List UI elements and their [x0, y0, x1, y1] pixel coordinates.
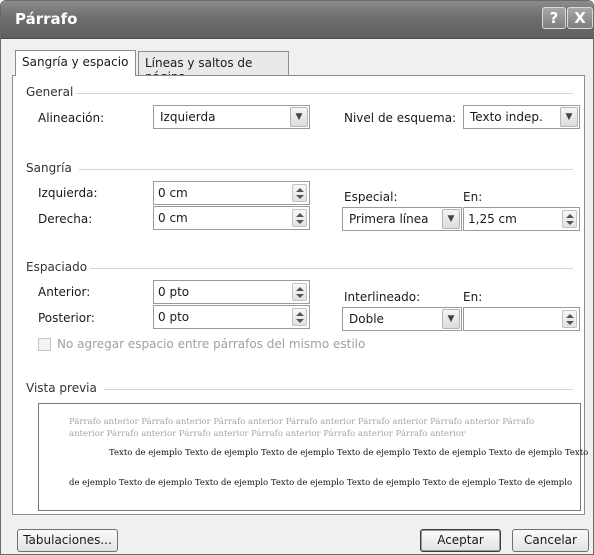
tab-label: Sangría y espacio: [22, 55, 129, 69]
line-spacing-value: Doble: [349, 312, 384, 326]
spinner-icon[interactable]: [562, 210, 577, 228]
tab-indent-spacing[interactable]: Sangría y espacio: [15, 50, 136, 76]
spinner-icon[interactable]: [562, 310, 577, 328]
tabs-button[interactable]: Tabulaciones...: [17, 529, 118, 552]
special-indent-select[interactable]: Primera línea ▼: [342, 207, 462, 231]
preview-sample-line: Texto de ejemplo Texto de ejemplo Texto …: [109, 448, 589, 458]
chevron-down-icon[interactable]: ▼: [442, 309, 460, 329]
outline-level-select[interactable]: Texto indep. ▼: [463, 105, 580, 129]
indent-by-label: En:: [463, 190, 483, 204]
tabs-button-label: Tabulaciones...: [23, 533, 112, 547]
help-button[interactable]: ?: [542, 7, 566, 29]
section-general-heading: General: [26, 85, 74, 99]
dialog-title: Párrafo: [15, 10, 78, 28]
space-before-label: Anterior:: [38, 285, 91, 299]
line-spacing-label: Interlineado:: [344, 290, 421, 304]
close-button[interactable]: X: [567, 7, 593, 29]
ok-button[interactable]: Aceptar: [420, 529, 501, 552]
spinner-icon[interactable]: [292, 209, 307, 227]
indent-left-field[interactable]: 0 cm: [153, 181, 310, 205]
chevron-down-icon[interactable]: ▼: [290, 107, 308, 127]
help-icon: ?: [549, 9, 559, 27]
close-icon: X: [574, 9, 586, 27]
indent-by-value: 1,25 cm: [468, 212, 517, 226]
space-after-field[interactable]: 0 pto: [153, 305, 310, 329]
section-spacing-heading: Espaciado: [26, 260, 88, 274]
preview-previous-paragraph: Párrafo anterior Párrafo anterior Párraf…: [69, 417, 535, 439]
indent-by-field[interactable]: 1,25 cm: [463, 207, 580, 231]
spinner-icon[interactable]: [292, 308, 307, 326]
indent-right-value: 0 cm: [158, 211, 188, 225]
section-divider: [79, 169, 573, 170]
chevron-down-icon[interactable]: ▼: [560, 107, 578, 127]
special-indent-value: Primera línea: [349, 212, 429, 226]
space-after-label: Posterior:: [38, 311, 95, 325]
space-after-value: 0 pto: [158, 310, 190, 324]
spinner-icon[interactable]: [292, 184, 307, 202]
cancel-button-label: Cancelar: [524, 533, 577, 547]
cancel-button[interactable]: Cancelar: [512, 529, 589, 552]
spinner-icon[interactable]: [292, 283, 307, 301]
paragraph-dialog: Párrafo ? X Sangría y espacio Líneas y s…: [0, 0, 594, 555]
section-indent-heading: Sangría: [26, 161, 72, 175]
line-spacing-select[interactable]: Doble ▼: [342, 307, 462, 331]
ok-button-label: Aceptar: [437, 533, 484, 547]
indent-right-field[interactable]: 0 cm: [153, 206, 310, 230]
space-before-value: 0 pto: [158, 285, 190, 299]
special-indent-label: Especial:: [344, 190, 398, 204]
section-divider: [76, 93, 573, 94]
section-divider: [104, 389, 573, 390]
alignment-label: Alineación:: [38, 111, 105, 125]
tab-line-page-breaks[interactable]: Líneas y saltos de página: [138, 51, 289, 84]
line-spacing-at-label: En:: [463, 290, 483, 304]
alignment-value: Izquierda: [160, 110, 216, 124]
no-space-same-style-checkbox[interactable]: [38, 338, 51, 351]
paragraph-preview: Párrafo anterior Párrafo anterior Párraf…: [38, 403, 588, 511]
outline-level-label: Nivel de esquema:: [344, 111, 457, 125]
indent-left-value: 0 cm: [158, 186, 188, 200]
outline-level-value: Texto indep.: [470, 110, 543, 124]
indent-right-label: Derecha:: [38, 212, 93, 226]
section-divider: [90, 268, 573, 269]
section-preview-heading: Vista previa: [26, 381, 97, 395]
indent-left-label: Izquierda:: [38, 186, 98, 200]
chevron-down-icon[interactable]: ▼: [442, 209, 460, 229]
line-spacing-at-field[interactable]: [463, 307, 580, 331]
no-space-same-style-label: No agregar espacio entre párrafos del mi…: [57, 337, 366, 351]
title-bar[interactable]: Párrafo ? X: [1, 1, 593, 39]
space-before-field[interactable]: 0 pto: [153, 280, 310, 304]
preview-sample-line: de ejemplo Texto de ejemplo Texto de eje…: [69, 478, 573, 488]
alignment-select[interactable]: Izquierda ▼: [153, 105, 310, 129]
